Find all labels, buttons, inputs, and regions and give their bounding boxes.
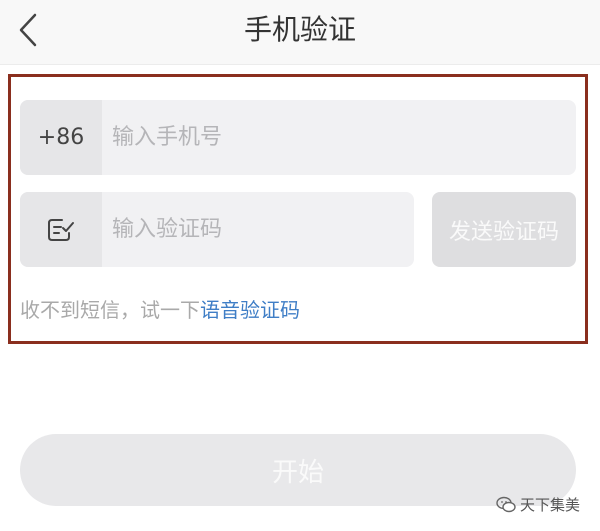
voice-code-link[interactable]: 语音验证码 [200,298,300,322]
sms-code-icon [48,218,74,241]
page-title: 手机验证 [243,13,356,46]
sms-hint: 收不到短信，试一下语音验证码 [20,296,300,324]
verification-code-input[interactable] [102,192,414,267]
sms-hint-text: 收不到短信，试一下 [20,298,200,322]
code-prefix [20,192,102,267]
wechat-icon [496,496,516,512]
top-nav-bar: 手机验证 [0,0,600,65]
verification-code-field [20,192,414,267]
start-button[interactable]: 开始 [20,434,576,506]
phone-field: +86 [20,100,576,175]
country-code-prefix[interactable]: +86 [20,100,102,175]
watermark: 天下集美 [496,494,580,515]
send-code-button[interactable]: 发送验证码 [432,192,576,267]
watermark-text: 天下集美 [520,496,581,514]
phone-input[interactable] [102,100,576,175]
